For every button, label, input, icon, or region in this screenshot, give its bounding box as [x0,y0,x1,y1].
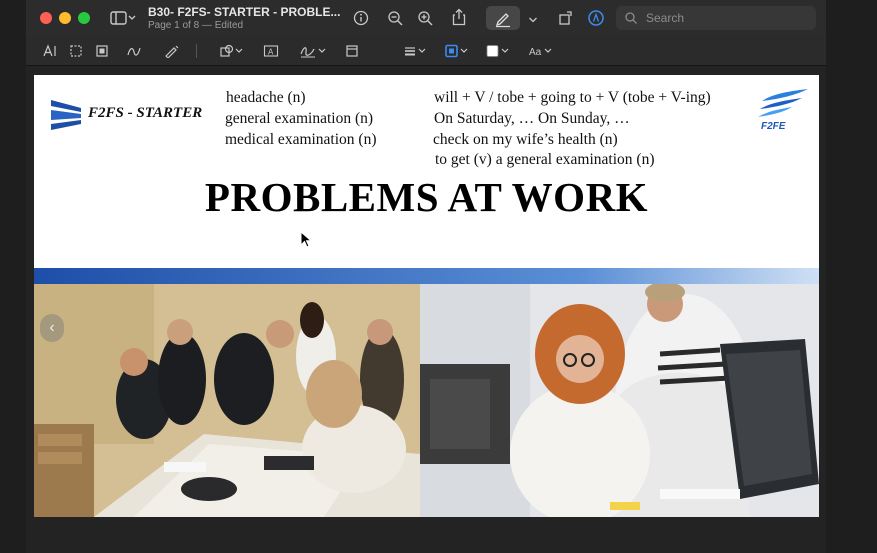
title-bar: B30- F2FS- STARTER - PROBLE... Page 1 of… [26,0,826,36]
instant-alpha-icon[interactable] [95,44,109,61]
close-window-button[interactable] [40,12,52,24]
svg-text:A: A [268,48,274,57]
fill-color-icon[interactable] [485,44,511,61]
svg-text:Aa: Aa [529,47,542,58]
info-icon[interactable] [353,10,369,29]
markup-toolbar: A Aa [26,36,826,66]
office-conflict-photo: ‹ [34,284,420,517]
vocab-right-1: will + V / tobe + going to + V (tobe + V… [434,89,711,106]
vocab-left-2: general examination (n) [225,110,374,127]
mouse-pointer-icon [300,231,312,248]
markup-toggle-button[interactable] [486,6,520,30]
text-box-icon[interactable]: A [263,44,279,61]
document-subtitle: Page 1 of 8 — Edited [148,20,244,31]
search-field[interactable]: Search [616,6,816,30]
toolbar-divider [196,44,197,58]
search-icon [625,12,637,24]
vocab-left-1: headache (n) [226,89,306,106]
share-icon[interactable] [451,8,467,29]
text-selection-icon[interactable] [42,44,58,61]
rotate-icon[interactable] [558,10,574,29]
search-placeholder: Search [646,11,685,25]
text-style-icon[interactable]: Aa [528,44,554,61]
sidebar-toggle-icon[interactable] [110,10,136,29]
f2fe-logo-text: F2FE [761,121,786,132]
signature-icon[interactable] [299,43,327,62]
vocab-right-2: On Saturday, … On Sunday, … [434,110,630,127]
slide-page: F2FS - STARTER headache (n) general exam… [34,75,819,517]
vocab-left-3: medical examination (n) [225,131,377,148]
rectangular-selection-icon[interactable] [69,44,83,61]
minimize-window-button[interactable] [59,12,71,24]
sketch-icon[interactable] [126,44,142,61]
f2fs-logo-icon [51,100,81,130]
markup-chevron-down-icon[interactable] [528,12,538,28]
brand-text: F2FS - STARTER [88,105,203,121]
page-layout-icon[interactable] [345,44,359,61]
previous-slide-arrow-icon[interactable]: ‹ [40,314,64,342]
zoom-in-icon[interactable] [417,10,433,29]
vocab-right-4: to get (v) a general examination (n) [435,151,655,168]
draw-icon[interactable] [164,44,180,61]
zoom-out-icon[interactable] [387,10,403,29]
annotate-icon[interactable] [587,9,605,30]
zoom-window-button[interactable] [78,12,90,24]
line-style-icon[interactable] [403,44,429,61]
slide-title: PROBLEMS AT WORK [204,174,649,220]
shapes-icon[interactable] [219,44,245,61]
document-title: B30- F2FS- STARTER - PROBLE... [148,5,341,19]
office-computer-photo [420,284,819,517]
border-color-icon[interactable] [444,44,470,61]
vocab-right-3: check on my wife’s health (n) [433,131,618,148]
blue-divider-band [34,268,819,284]
f2fe-logo-icon [758,89,808,117]
